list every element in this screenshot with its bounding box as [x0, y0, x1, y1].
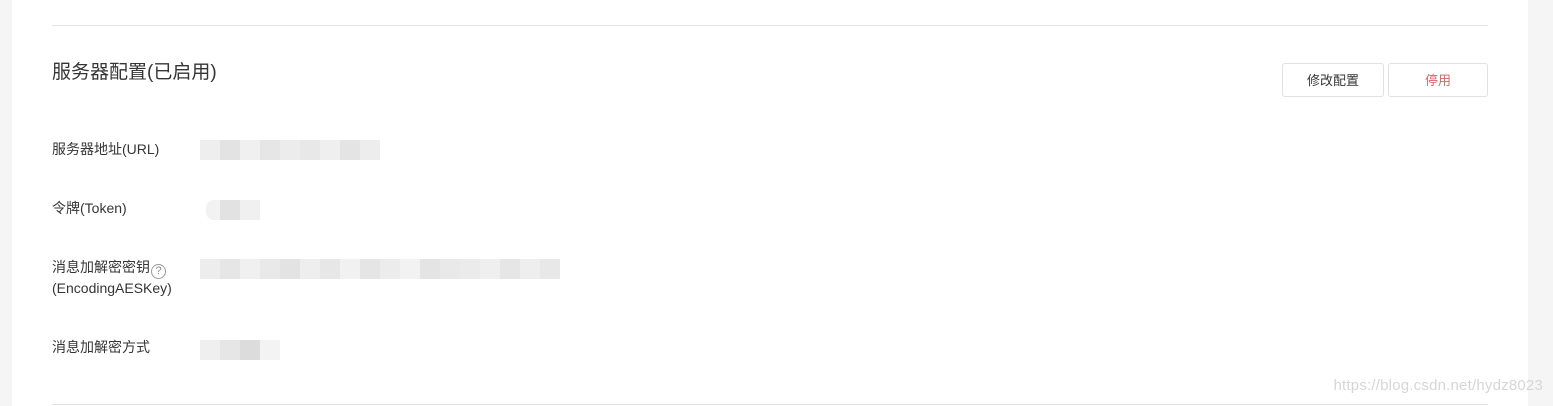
aes-key-value-masked — [200, 259, 560, 279]
server-config-panel: 服务器配置(已启用) 修改配置 停用 服务器地址(URL) 令牌(Token) … — [12, 0, 1528, 406]
disable-button[interactable]: 停用 — [1388, 63, 1488, 97]
section-title: 服务器配置(已启用) — [52, 62, 217, 83]
aes-key-label: 消息加解密密钥? — [52, 257, 166, 279]
encryption-mode-value-masked — [200, 340, 280, 360]
top-divider — [52, 25, 1488, 26]
token-label: 令牌(Token) — [52, 200, 127, 216]
bottom-divider — [52, 404, 1488, 405]
url-value-masked — [200, 140, 380, 160]
aes-key-label-text: 消息加解密密钥 — [52, 259, 150, 275]
modify-config-button[interactable]: 修改配置 — [1282, 63, 1384, 97]
url-label: 服务器地址(URL) — [52, 141, 160, 157]
token-value-masked — [206, 200, 260, 220]
question-circle-icon[interactable]: ? — [151, 264, 166, 279]
aes-key-label-sub: (EncodingAESKey) — [52, 280, 172, 296]
encryption-mode-label: 消息加解密方式 — [52, 339, 150, 355]
watermark-text: https://blog.csdn.net/hydz8023 — [1333, 377, 1543, 394]
